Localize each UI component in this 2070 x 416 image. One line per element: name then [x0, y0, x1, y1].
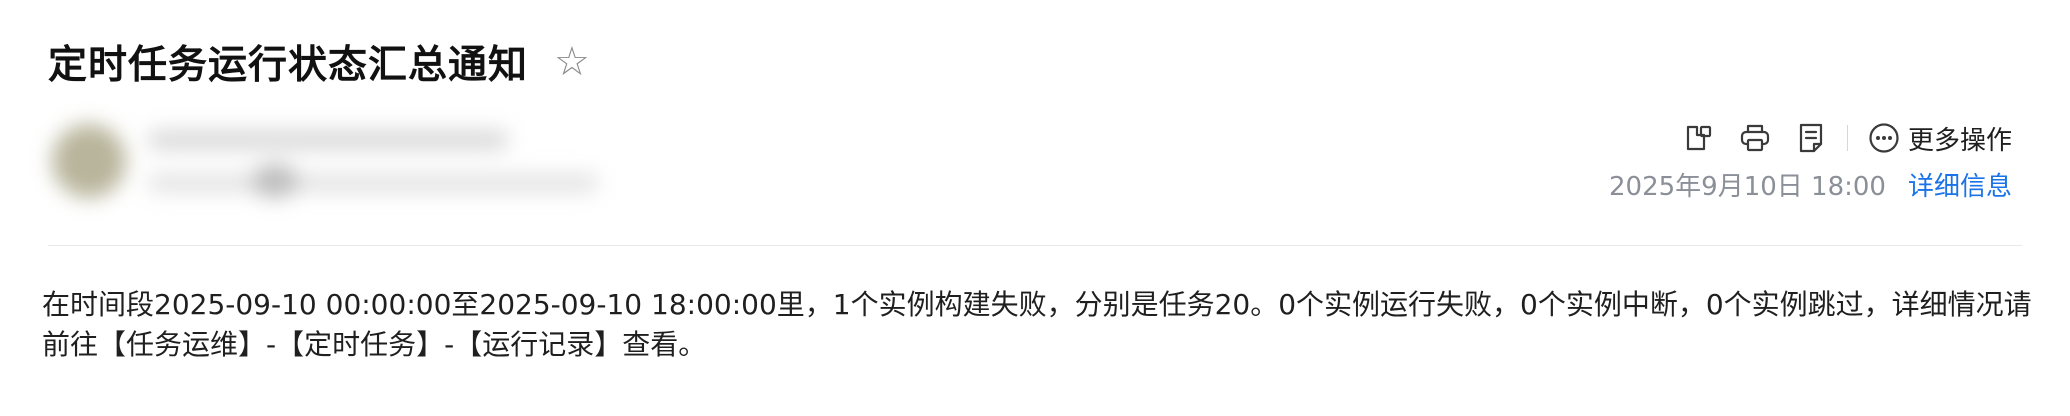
note-icon[interactable]	[1795, 122, 1827, 154]
mail-toolbar: 更多操作	[1683, 118, 2012, 158]
sender-address-redacted	[148, 174, 598, 192]
mail-subject: 定时任务运行状态汇总通知	[48, 43, 529, 88]
header-divider	[48, 245, 2022, 246]
avatar	[52, 124, 126, 198]
subject-header: 定时任务运行状态汇总通知 ☆	[48, 34, 590, 90]
toolbar-divider	[1846, 125, 1848, 151]
print-icon[interactable]	[1739, 122, 1771, 154]
more-actions-label: 更多操作	[1907, 125, 2012, 156]
more-circle-icon	[1868, 122, 1900, 154]
mail-meta: 2025年9月10日 18:00 详细信息	[1609, 166, 2012, 203]
mail-timestamp: 2025年9月10日 18:00	[1608, 172, 1886, 202]
copy-link-icon[interactable]	[1683, 122, 1715, 154]
mail-body-text: 在时间段2025-09-10 00:00:00至2025-09-10 18:00…	[42, 288, 2032, 361]
sender-badge-redacted	[252, 164, 298, 198]
star-icon[interactable]: ☆	[554, 42, 590, 82]
more-actions-button[interactable]: 更多操作	[1868, 120, 2012, 157]
detail-info-link[interactable]: 详细信息	[1908, 166, 2012, 203]
sender-info-redacted	[30, 108, 610, 220]
sender-name-redacted	[148, 130, 508, 150]
